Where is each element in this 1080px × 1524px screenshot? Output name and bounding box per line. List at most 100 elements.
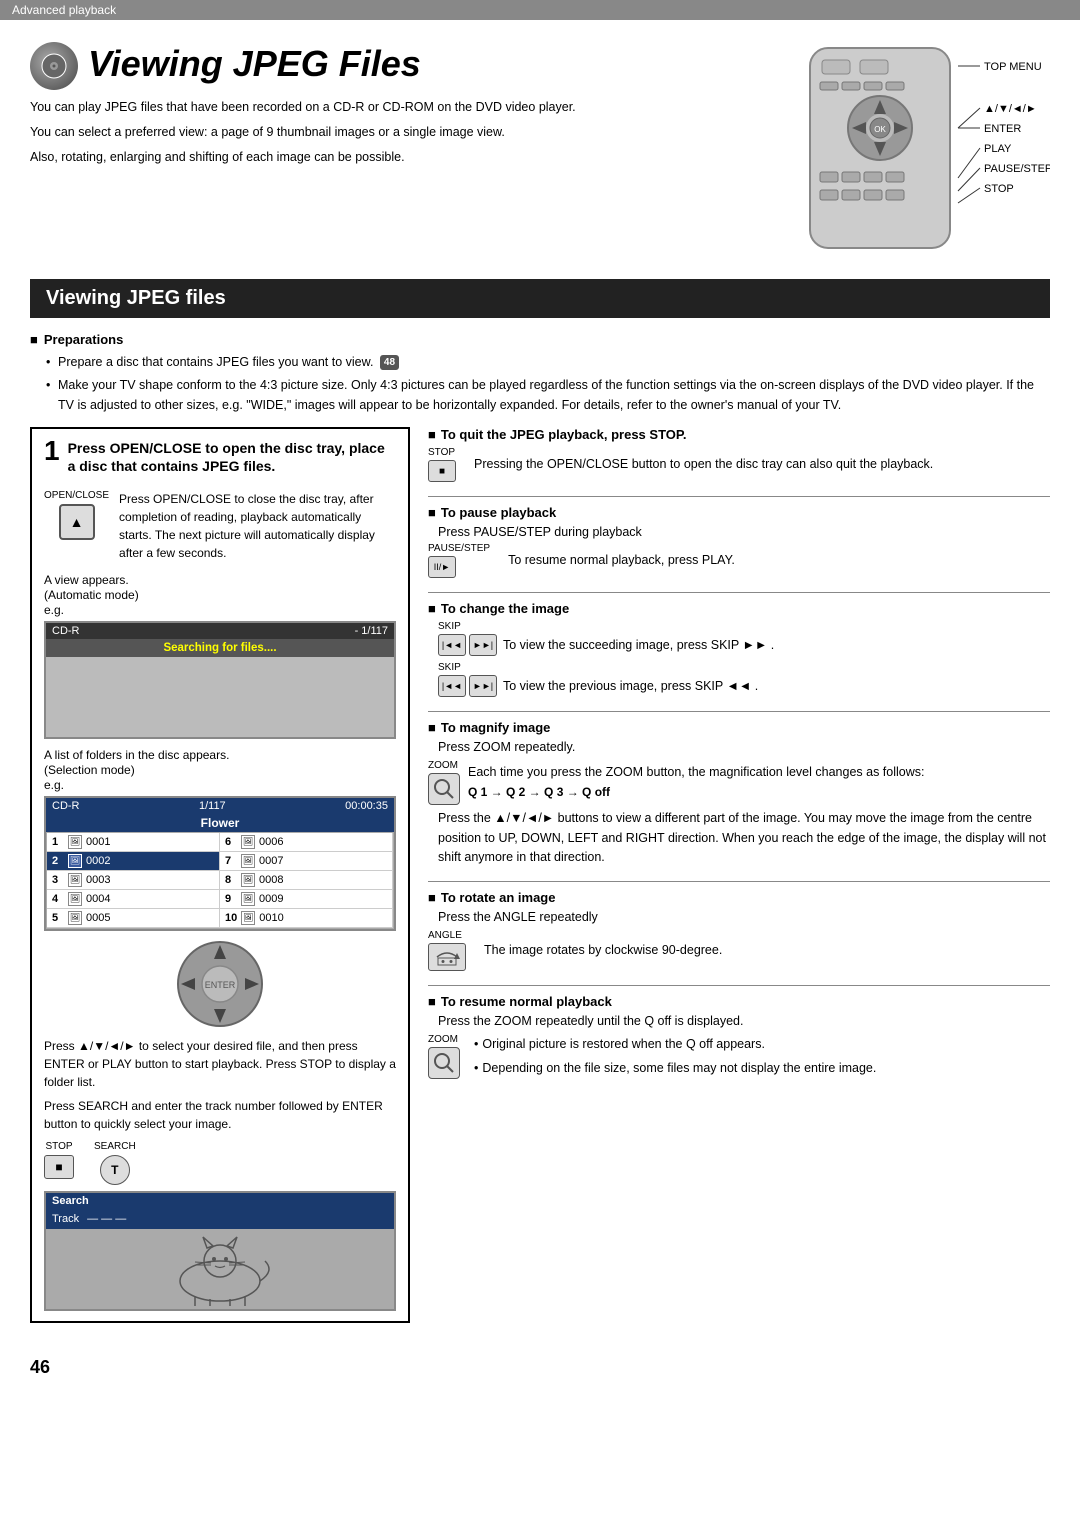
resume-btn-row: ZOOM •Original picture is restored when … xyxy=(428,1034,1050,1079)
file-cell: 5 🖼 0005 xyxy=(47,909,220,928)
screen2: CD-R 1/117 00:00:35 Flower 1 🖼 0001 6 xyxy=(44,796,396,931)
magnify-desc3: Press the ▲/▼/◄/► buttons to view a diff… xyxy=(428,809,1050,867)
stop-label: STOP xyxy=(45,1141,72,1152)
resume-desc1: Press the ZOOM repeatedly until the Q of… xyxy=(428,1014,1050,1028)
quit-title: To quit the JPEG playback, press STOP. xyxy=(428,427,1050,442)
skip-label-2: SKIP xyxy=(438,662,1050,673)
screen1: CD-R - 1/117 Searching for files.... xyxy=(44,621,396,739)
file-cell: 1 🖼 0001 xyxy=(47,833,220,852)
change-desc1: To view the succeeding image, press SKIP… xyxy=(503,638,774,652)
file-cell: 4 🖼 0004 xyxy=(47,890,220,909)
file-cell: 6 🖼 0006 xyxy=(220,833,393,852)
change-desc2: To view the previous image, press SKIP ◄… xyxy=(503,679,758,693)
search-screen: Search Track — — — xyxy=(44,1191,396,1311)
svg-text:OK: OK xyxy=(874,125,886,134)
preparations-title: Preparations xyxy=(30,332,1050,347)
file-cell-selected: 2 🖼 0002 xyxy=(47,852,220,871)
skip-label-top: SKIP xyxy=(438,621,1050,632)
step-title: Press OPEN/CLOSE to open the disc tray, … xyxy=(68,439,396,475)
top-bar-label: Advanced playback xyxy=(12,3,116,17)
rotate-desc2: The image rotates by clockwise 90-degree… xyxy=(474,941,722,960)
step-box: 1 Press OPEN/CLOSE to open the disc tray… xyxy=(30,427,410,1322)
magnify-desc2: Each time you press the ZOOM button, the… xyxy=(468,763,924,802)
quit-btn-row: STOP ■ Pressing the OPEN/CLOSE button to… xyxy=(428,447,1050,482)
remote-svg: OK TOP MENU ▲/▼/◄/► xyxy=(780,38,1050,258)
prep-item-2: Make your TV shape conform to the 4:3 pi… xyxy=(46,376,1050,415)
pause-desc2: To resume normal playback, press PLAY. xyxy=(498,551,735,570)
screen1-header: CD-R - 1/117 xyxy=(46,623,394,639)
pause-btn-row: PAUSE/STEP II/► To resume normal playbac… xyxy=(428,543,1050,578)
skip-row-2: |◄◄ ►►| To view the previous image, pres… xyxy=(438,675,1050,697)
quit-stop-button: ■ xyxy=(428,460,456,482)
open-close-section: OPEN/CLOSE ▲ Press OPEN/CLOSE to close t… xyxy=(44,490,396,562)
pause-section: To pause playback Press PAUSE/STEP durin… xyxy=(428,505,1050,578)
prep-item-1: Prepare a disc that contains JPEG files … xyxy=(46,353,1050,372)
step-number: 1 xyxy=(44,437,60,465)
file-cell: 3 🖼 0003 xyxy=(47,871,220,890)
screen2-header: CD-R 1/117 00:00:35 xyxy=(46,798,394,814)
resume-title: To resume normal playback xyxy=(428,994,1050,1009)
magnify-btn-row: ZOOM Each time you press the ZOOM button… xyxy=(428,760,1050,805)
search-label: SEARCH xyxy=(94,1141,136,1152)
top-bar: Advanced playback xyxy=(0,0,1080,20)
step-description: Press OPEN/CLOSE to close the disc tray,… xyxy=(119,490,396,562)
pause-title: To pause playback xyxy=(428,505,1050,520)
left-col: 1 Press OPEN/CLOSE to open the disc tray… xyxy=(30,427,410,1332)
skip-row-1: |◄◄ ►►| To view the succeeding image, pr… xyxy=(438,634,1050,656)
magnify-desc1: Press ZOOM repeatedly. xyxy=(428,740,1050,754)
magnify-section: To magnify image Press ZOOM repeatedly. … xyxy=(428,720,1050,867)
angle-button xyxy=(428,943,466,971)
file-cell: 8 🖼 0008 xyxy=(220,871,393,890)
prep-list: Prepare a disc that contains JPEG files … xyxy=(30,353,1050,415)
change-image-section: To change the image SKIP |◄◄ ►►| To view… xyxy=(428,601,1050,697)
eject-button: ▲ xyxy=(59,504,95,540)
remote-diagram: OK TOP MENU ▲/▼/◄/► xyxy=(780,38,1050,261)
searching-bar: Searching for files.... xyxy=(46,639,394,657)
svg-text:ENTER: ENTER xyxy=(984,123,1021,135)
skip-next-btn: ►►| xyxy=(469,634,497,656)
two-col-layout: 1 Press OPEN/CLOSE to open the disc tray… xyxy=(30,427,1050,1332)
search-btn-group: SEARCH T xyxy=(94,1141,136,1185)
quit-desc: Pressing the OPEN/CLOSE button to open t… xyxy=(464,455,933,474)
list-appears-label: A list of folders in the disc appears. (… xyxy=(44,748,229,792)
bottom-buttons: STOP ■ SEARCH T xyxy=(44,1141,396,1185)
skip-btn-pair-fwd: |◄◄ ►►| xyxy=(438,634,497,656)
stop-button: ■ xyxy=(44,1155,74,1179)
pause-button: II/► xyxy=(428,556,456,578)
section-header: Viewing JPEG files xyxy=(30,279,1050,318)
title-section: Viewing JPEG Files You can play JPEG fil… xyxy=(30,38,1050,261)
pause-desc1: Press PAUSE/STEP during playback xyxy=(428,525,1050,539)
page-number-bar: 46 xyxy=(0,1351,1080,1384)
file-cell: 9 🖼 0009 xyxy=(220,890,393,909)
title-desc1: You can play JPEG files that have been r… xyxy=(30,98,750,117)
svg-text:TOP MENU: TOP MENU xyxy=(984,61,1042,73)
folder-header: Flower xyxy=(46,814,394,832)
page-title: Viewing JPEG Files xyxy=(88,44,421,84)
svg-text:ENTER: ENTER xyxy=(205,980,236,990)
search-desc: Press SEARCH and enter the track number … xyxy=(44,1097,396,1133)
svg-text:PAUSE/STEP: PAUSE/STEP xyxy=(984,163,1050,175)
search-button: T xyxy=(100,1155,130,1185)
title-icon xyxy=(30,42,78,90)
title-desc2: You can select a preferred view: a page … xyxy=(30,123,750,142)
page-number: 46 xyxy=(30,1357,50,1377)
nav-circle-svg: ENTER xyxy=(175,939,265,1029)
skip-btn-pair-bwd: |◄◄ ►►| xyxy=(438,675,497,697)
search-body xyxy=(46,1229,394,1309)
cat-drawing xyxy=(155,1231,285,1306)
svg-text:▲/▼/◄/►: ▲/▼/◄/► xyxy=(984,103,1037,115)
badge-48: 48 xyxy=(380,355,399,371)
rotate-section: To rotate an image Press the ANGLE repea… xyxy=(428,890,1050,971)
search-screen-header: Search xyxy=(46,1193,394,1209)
skip-fwd-btn: ►►| xyxy=(469,675,497,697)
right-col: To quit the JPEG playback, press STOP. S… xyxy=(428,427,1050,1093)
screen1-body xyxy=(46,657,394,737)
rotate-title: To rotate an image xyxy=(428,890,1050,905)
rotate-desc1: Press the ANGLE repeatedly xyxy=(428,910,1050,924)
angle-label: ANGLE xyxy=(428,930,466,941)
resume-zoom-button xyxy=(428,1047,460,1079)
quit-stop-label: STOP xyxy=(428,447,456,458)
zoom-label-top: ZOOM xyxy=(428,760,460,771)
file-cell: 7 🖼 0007 xyxy=(220,852,393,871)
change-image-body: SKIP |◄◄ ►►| To view the succeeding imag… xyxy=(428,621,1050,697)
